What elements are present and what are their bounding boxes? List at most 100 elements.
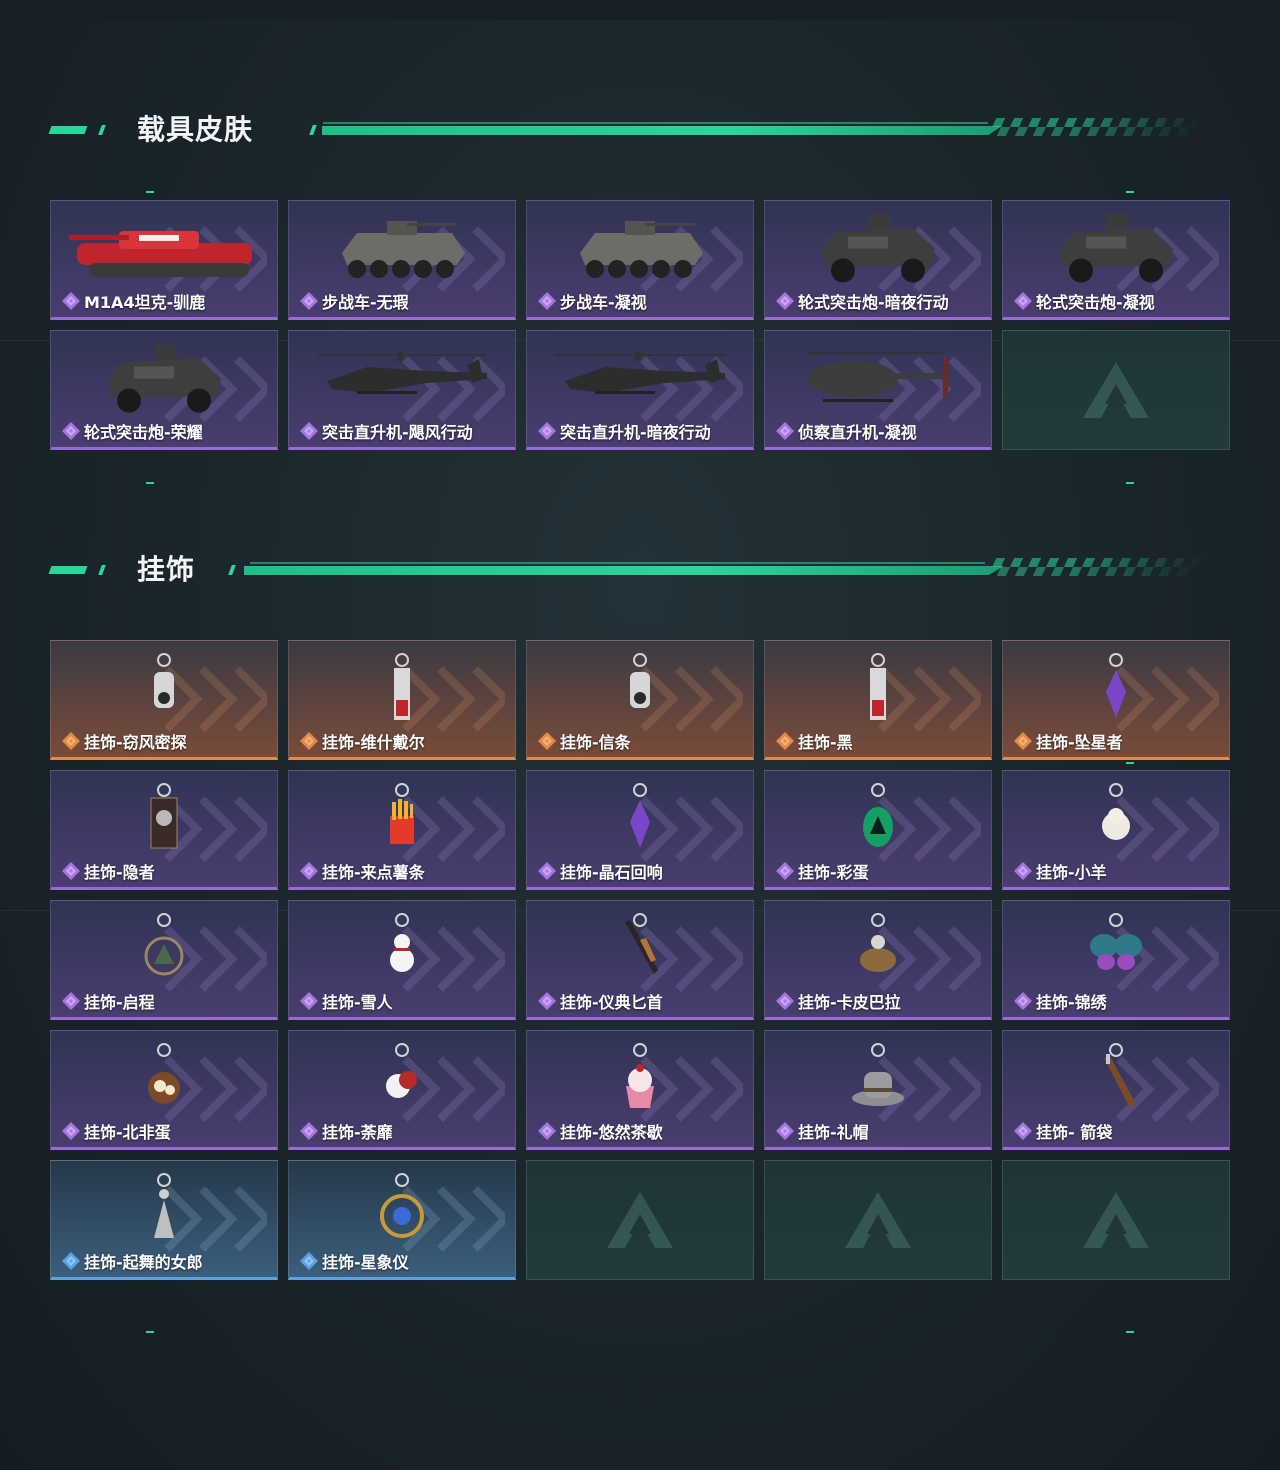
charm-card[interactable]: 挂饰-窃风密探 xyxy=(50,640,278,760)
charm-crystal-icon xyxy=(610,782,670,858)
charm-card[interactable]: 挂饰-悠然茶歇 xyxy=(526,1030,754,1150)
header-line xyxy=(250,562,985,564)
charm-sheep-icon xyxy=(1086,782,1146,858)
charm-card[interactable]: 挂饰-晶石回响 xyxy=(526,770,754,890)
rarity-diamond-icon xyxy=(537,421,557,441)
emblem-icon xyxy=(605,1190,675,1250)
charm-card[interactable]: 挂饰- 箭袋 xyxy=(1002,1030,1230,1150)
charm-medal-icon xyxy=(134,912,194,988)
rarity-diamond-icon xyxy=(299,291,319,311)
item-label: 挂饰-悠然茶歇 xyxy=(537,1119,663,1143)
vehicle-skin-card[interactable]: 轮式突击炮-荣耀 xyxy=(50,330,278,450)
item-label: 轮式突击炮-凝视 xyxy=(1013,289,1155,313)
charm-card[interactable]: 挂饰-隐者 xyxy=(50,770,278,890)
rarity-diamond-icon xyxy=(775,731,795,751)
charm-card[interactable]: 挂饰-北非蛋 xyxy=(50,1030,278,1150)
item-label: 挂饰-维什戴尔 xyxy=(299,729,425,753)
charm-icon xyxy=(610,652,670,728)
vehicle-skin-card[interactable]: 突击直升机-飓风行动 xyxy=(288,330,516,450)
vehicle-skin-card[interactable]: 侦察直升机-凝视 xyxy=(764,330,992,450)
vehicle-skin-card[interactable]: 轮式突击炮-暗夜行动 xyxy=(764,200,992,320)
vehicle-skin-card[interactable]: 轮式突击炮-凝视 xyxy=(1002,200,1230,320)
corner-marker xyxy=(146,482,154,484)
charm-dancer-icon xyxy=(134,1172,194,1248)
empty-slot xyxy=(1002,330,1230,450)
rarity-diamond-icon xyxy=(61,1121,81,1141)
charm-snowman-icon xyxy=(372,912,432,988)
corner-marker xyxy=(1126,1331,1134,1333)
item-label: 步战车-凝视 xyxy=(537,289,647,313)
charm-orrery-icon xyxy=(372,1172,432,1248)
emblem-icon xyxy=(843,1190,913,1250)
item-name: 挂饰-礼帽 xyxy=(798,1123,869,1142)
item-label: 挂饰-仪典匕首 xyxy=(537,989,663,1013)
charm-card[interactable]: 挂饰-荼靡 xyxy=(288,1030,516,1150)
charm-card[interactable]: 挂饰-星象仪 xyxy=(288,1160,516,1280)
charm-card[interactable]: 挂饰-仪典匕首 xyxy=(526,900,754,1020)
charm-card[interactable]: 挂饰-锦绣 xyxy=(1002,900,1230,1020)
charm-card[interactable]: 挂饰-黑 xyxy=(764,640,992,760)
charm-grid: 挂饰-窃风密探 挂饰-维什戴尔 挂饰-信条 挂饰-黑 挂饰-坠星者挂饰-隐者 挂饰-来点薯… xyxy=(50,640,1230,1280)
attack-helicopter-icon xyxy=(545,343,735,417)
charm-card[interactable]: 挂饰-礼帽 xyxy=(764,1030,992,1150)
item-name: 挂饰-坠星者 xyxy=(1036,733,1123,752)
item-name: 挂饰-悠然茶歇 xyxy=(560,1123,663,1142)
charm-flower-icon xyxy=(372,1042,432,1118)
item-label: 轮式突击炮-暗夜行动 xyxy=(775,289,949,313)
item-name: 轮式突击炮-荣耀 xyxy=(84,423,203,442)
header-accent xyxy=(98,565,106,575)
item-label: 挂饰-卡皮巴拉 xyxy=(775,989,901,1013)
charm-butterfly-icon xyxy=(1086,912,1146,988)
item-name: 挂饰-来点薯条 xyxy=(322,863,425,882)
rarity-diamond-icon xyxy=(61,861,81,881)
charm-fries-icon xyxy=(372,782,432,858)
item-label: 侦察直升机-凝视 xyxy=(775,419,917,443)
item-name: 挂饰-启程 xyxy=(84,993,155,1012)
item-name: 挂饰-起舞的女郎 xyxy=(84,1253,203,1272)
charm-card[interactable]: 挂饰-启程 xyxy=(50,900,278,1020)
item-name: 突击直升机-暗夜行动 xyxy=(560,423,711,442)
charm-card[interactable]: 挂饰-信条 xyxy=(526,640,754,760)
charm-hat-icon xyxy=(848,1042,908,1118)
item-label: 挂饰-彩蛋 xyxy=(775,859,869,883)
vehicle-skin-card[interactable]: 步战车-凝视 xyxy=(526,200,754,320)
item-label: 挂饰-星象仪 xyxy=(299,1249,409,1273)
empty-slot xyxy=(1002,1160,1230,1280)
rarity-diamond-icon xyxy=(299,421,319,441)
rarity-diamond-icon xyxy=(1013,991,1033,1011)
item-label: 挂饰-坠星者 xyxy=(1013,729,1123,753)
charm-card[interactable]: 挂饰-雪人 xyxy=(288,900,516,1020)
charm-card[interactable]: 挂饰-坠星者 xyxy=(1002,640,1230,760)
item-name: 挂饰-隐者 xyxy=(84,863,155,882)
charm-card[interactable]: 挂饰-起舞的女郎 xyxy=(50,1160,278,1280)
charm-card[interactable]: 挂饰-小羊 xyxy=(1002,770,1230,890)
header-accent xyxy=(309,125,317,135)
item-label: 挂饰-黑 xyxy=(775,729,853,753)
header-accent xyxy=(48,566,88,574)
vehicle-skin-card[interactable]: 突击直升机-暗夜行动 xyxy=(526,330,754,450)
charm-card[interactable]: 挂饰-彩蛋 xyxy=(764,770,992,890)
rarity-diamond-icon xyxy=(537,731,557,751)
item-label: 挂饰-信条 xyxy=(537,729,631,753)
charm-card[interactable]: 挂饰-维什戴尔 xyxy=(288,640,516,760)
section-title: 挂饰 xyxy=(137,553,196,586)
rarity-diamond-icon xyxy=(1013,291,1033,311)
item-name: 轮式突击炮-暗夜行动 xyxy=(798,293,949,312)
corner-marker xyxy=(146,1331,154,1333)
armored-car-icon xyxy=(1051,210,1181,289)
charm-card[interactable]: 挂饰-卡皮巴拉 xyxy=(764,900,992,1020)
item-name: 挂饰-晶石回响 xyxy=(560,863,663,882)
emblem-icon xyxy=(1081,360,1151,420)
item-name: 挂饰-黑 xyxy=(798,733,853,752)
charm-card[interactable]: 挂饰-来点薯条 xyxy=(288,770,516,890)
vehicle-skin-card[interactable]: 步战车-无瑕 xyxy=(288,200,516,320)
rarity-diamond-icon xyxy=(775,291,795,311)
charm-food-icon xyxy=(134,1042,194,1118)
rarity-diamond-icon xyxy=(775,421,795,441)
rarity-diamond-icon xyxy=(1013,1121,1033,1141)
rarity-diamond-icon xyxy=(61,291,81,311)
vehicle-skin-card[interactable]: M1A4坦克-驯鹿 xyxy=(50,200,278,320)
item-name: 挂饰-北非蛋 xyxy=(84,1123,171,1142)
item-name: 挂饰-锦绣 xyxy=(1036,993,1107,1012)
charm-quiver-icon xyxy=(1086,1042,1146,1118)
